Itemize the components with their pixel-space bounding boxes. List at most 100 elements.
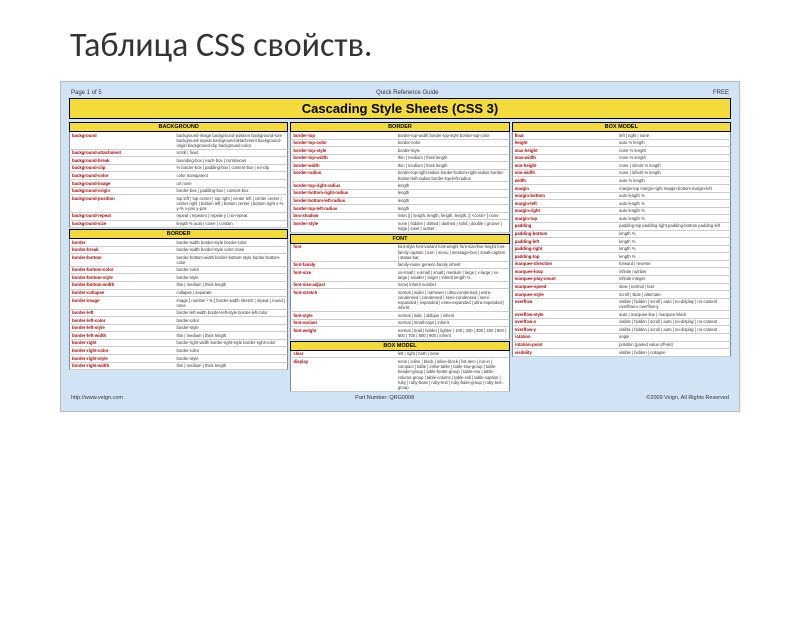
property-row: overflow-yvisible | hidden | scroll | au… — [512, 326, 731, 334]
property-row: rotationangle — [512, 334, 731, 342]
property-value: auto | marquee-line | marquee-block — [617, 311, 730, 318]
property-value: visible | hidden | scroll | auto | no-di… — [617, 326, 730, 333]
section-head-border: BORDER — [69, 229, 288, 239]
property-row: rotation-pointposition (paired value off… — [512, 342, 731, 350]
property-value: border-width border-style border-color — [174, 239, 287, 246]
property-value: border-style — [396, 147, 509, 154]
property-name: border-top-left-radius — [291, 205, 395, 212]
page-indicator: Page 1 of 5 — [71, 90, 102, 96]
property-name: border-style — [291, 220, 395, 232]
property-name: border-top-width — [291, 155, 395, 162]
property-value: border-top-width border-top-style border… — [396, 132, 509, 139]
property-value: angle — [617, 334, 730, 341]
property-row: border-left-widththin | medium | thick l… — [69, 332, 288, 340]
property-row: border-bottom-widththin | medium | thick… — [69, 282, 288, 290]
property-name: border-top-style — [291, 147, 395, 154]
property-value: top left | top center | top right | cent… — [174, 195, 287, 212]
property-name: border-top-right-radius — [291, 182, 395, 189]
property-value: margin-top margin-right margin-bottom ma… — [617, 185, 730, 192]
property-name: display — [291, 358, 395, 391]
property-row: border-bottom-styleborder-style — [69, 274, 288, 282]
property-value: bounding-box | each-box | continuous — [174, 157, 287, 164]
property-name: min-height — [513, 162, 617, 169]
property-name: border-collapse — [70, 290, 174, 297]
column-1: BACKGROUND backgroundbackground-image ba… — [69, 121, 288, 392]
property-name: marquee-style — [513, 291, 617, 298]
property-row: min-widthnone | inherit % length — [512, 170, 731, 178]
property-name: width — [513, 177, 617, 184]
property-value: none | hidden | dotted | dashed | solid … — [396, 220, 509, 232]
property-row: max-widthnone % length — [512, 155, 731, 163]
property-row: font-stylenormal | italic | oblique | in… — [290, 312, 509, 320]
property-row: borderborder-width border-style border-c… — [69, 239, 288, 247]
property-row: marquee-directionforward | reverse — [512, 261, 731, 269]
property-name: font-style — [291, 312, 395, 319]
property-row: heightauto % length — [512, 140, 731, 148]
property-name: marquee-speed — [513, 284, 617, 291]
column-3: BOX MODEL floatleft | right | noneheight… — [512, 121, 731, 392]
property-value: border-color — [174, 267, 287, 274]
property-name: background-size — [70, 221, 174, 228]
property-name: font-size-adjust — [291, 282, 395, 289]
property-row: font-variantnormal | small-caps | inheri… — [290, 320, 509, 328]
property-value: thin | medium | thick length — [174, 363, 287, 370]
property-value: border-style — [174, 325, 287, 332]
property-value: color transparent — [174, 172, 287, 179]
section-head-border-cont: BORDER — [290, 122, 509, 132]
property-row: overflow-styleauto | marquee-line | marq… — [512, 311, 731, 319]
section-rows: fontfont-style font-variant font-weight … — [290, 244, 509, 340]
property-name: padding-right — [513, 246, 617, 253]
property-value: left | right | both | none — [396, 351, 509, 358]
property-row: overflowvisible | hidden | scroll | auto… — [512, 299, 731, 312]
property-name: max-width — [513, 155, 617, 162]
property-name: overflow — [513, 299, 617, 311]
property-name: border-bottom-left-radius — [291, 198, 395, 205]
property-name: padding — [513, 223, 617, 230]
property-row: border-right-styleborder-style — [69, 355, 288, 363]
property-row: padding-rightlength % — [512, 246, 731, 254]
property-name: background-origin — [70, 188, 174, 195]
main-banner: Cascading Style Sheets (CSS 3) — [69, 98, 731, 119]
property-row: margin-bottomauto length % — [512, 193, 731, 201]
property-value: border-bottom-width border-bottom-style … — [174, 254, 287, 266]
property-name: border-bottom-color — [70, 267, 174, 274]
reference-card: Page 1 of 5 Quick Reference Guide FREE C… — [60, 81, 740, 412]
property-name: background-attachment — [70, 150, 174, 157]
property-row: border-bottomborder-bottom-width border-… — [69, 254, 288, 267]
property-value: length — [396, 182, 509, 189]
property-value: length — [396, 205, 509, 212]
property-name: max-height — [513, 147, 617, 154]
section-rows: clearleft | right | both | nonedisplayno… — [290, 351, 509, 392]
property-row: border-topborder-top-width border-top-st… — [290, 132, 509, 140]
property-value: % border-box | padding-box | content-box… — [174, 165, 287, 172]
property-value: visible | hidden | scroll | auto | no-di… — [617, 299, 730, 311]
property-value: xx-small | x-small | small | medium | la… — [396, 269, 509, 281]
property-row: border-left-styleborder-style — [69, 325, 288, 333]
property-name: font — [291, 244, 395, 261]
property-name: border-right-width — [70, 363, 174, 370]
property-row: border-right-colorborder-color — [69, 347, 288, 355]
property-name: overflow-style — [513, 311, 617, 318]
property-value: thin | medium | thick length — [174, 332, 287, 339]
property-name: padding-top — [513, 253, 617, 260]
property-name: clear — [291, 351, 395, 358]
property-value: padding-top padding-right padding-bottom… — [617, 223, 730, 230]
property-value: left | right | none — [617, 132, 730, 139]
property-name: border-right-style — [70, 355, 174, 362]
property-value: none | inherit % length — [617, 170, 730, 177]
property-row: border-top-widththin | medium | thick le… — [290, 155, 509, 163]
top-bar: Page 1 of 5 Quick Reference Guide FREE — [69, 90, 731, 98]
property-row: border-leftborder-left-width border-left… — [69, 310, 288, 318]
property-row: border-right-widththin | medium | thick … — [69, 363, 288, 371]
property-row: background-repeatrepeat | repeat-x | rep… — [69, 213, 288, 221]
property-name: min-width — [513, 170, 617, 177]
property-name: border-right-color — [70, 347, 174, 354]
property-row: floatleft | right | none — [512, 132, 731, 140]
property-name: font-weight — [291, 327, 395, 339]
property-name: margin-top — [513, 215, 617, 222]
property-row: background-originborder-box | padding-bo… — [69, 188, 288, 196]
property-name: float — [513, 132, 617, 139]
property-value: auto length % — [617, 208, 730, 215]
property-row: border-left-colorborder-color — [69, 317, 288, 325]
property-value: none | inline | block | inline-block | l… — [396, 358, 509, 391]
